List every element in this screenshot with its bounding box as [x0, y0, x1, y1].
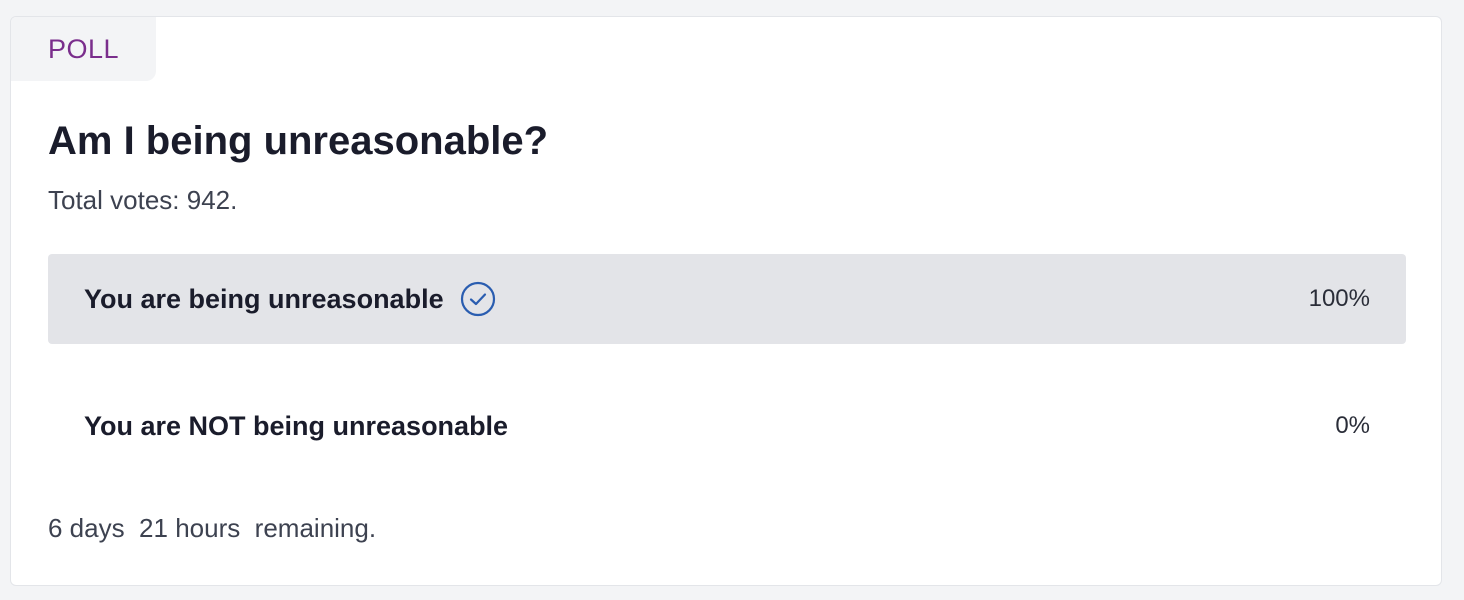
poll-card: POLL Am I being unreasonable? Total vote…	[10, 16, 1442, 586]
poll-time-remaining: 6 days 21 hours remaining.	[48, 513, 377, 543]
poll-option-not-being-unreasonable[interactable]: You are NOT being unreasonable 0%	[48, 381, 1406, 471]
poll-option-label: You are being unreasonable	[84, 283, 444, 314]
poll-title: Am I being unreasonable?	[48, 119, 549, 163]
poll-option-label: You are NOT being unreasonable	[84, 410, 509, 441]
poll-option-percent: 0%	[1335, 412, 1370, 439]
poll-option-left: You are being unreasonable	[84, 281, 496, 317]
poll-tag: POLL	[11, 17, 156, 81]
poll-option-left: You are NOT being unreasonable	[84, 411, 508, 442]
poll-tag-label: POLL	[48, 33, 120, 64]
poll-total-votes: Total votes: 942.	[48, 185, 238, 215]
poll-option-percent: 100%	[1308, 285, 1370, 312]
check-circle-icon	[460, 281, 496, 317]
poll-option-being-unreasonable[interactable]: You are being unreasonable 100%	[48, 254, 1406, 344]
